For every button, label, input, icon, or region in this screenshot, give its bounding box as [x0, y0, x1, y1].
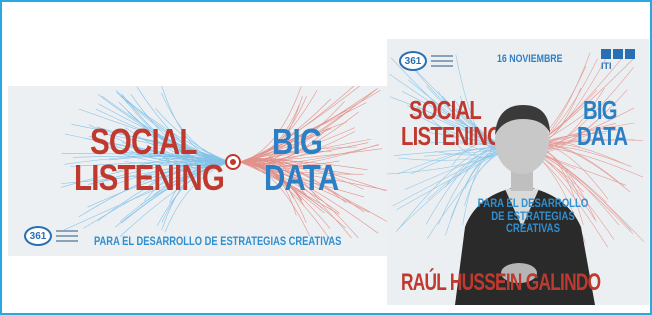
poster-subtitle-line-1: PARA EL DESARROLLO [477, 196, 589, 210]
banner-word-big: BIG [272, 121, 323, 162]
banner-subtitle: PARA EL DESARROLLO DE ESTRATEGIAS CREATI… [94, 234, 342, 248]
logo-tagline-lines [56, 230, 78, 245]
banner-word-data: DATA [264, 157, 339, 198]
target-icon [225, 154, 241, 170]
poster-subtitle-line-2: DE ESTRATEGIAS CREATIVAS [491, 208, 575, 236]
banner-word-listening: LISTENING [74, 157, 225, 198]
poster-logo-361: 361 [399, 51, 427, 71]
event-poster-image: 361 16 NOVIEMBRE ITI SOCIAL LISTENING BI… [387, 39, 649, 305]
banner-word-social: SOCIAL [90, 121, 197, 162]
image-frame: SOCIAL LISTENING BIG DATA 361 PARA EL DE… [0, 0, 652, 315]
logo-361: 361 [24, 226, 52, 246]
event-banner-image: SOCIAL LISTENING BIG DATA 361 PARA EL DE… [8, 86, 392, 256]
iti-logo: ITI [601, 49, 637, 71]
poster-subtitle: PARA EL DESARROLLO DE ESTRATEGIAS CREATI… [469, 197, 597, 235]
poster-logo-tagline-lines [431, 55, 453, 70]
iti-logo-text: ITI [601, 61, 612, 71]
speaker-name: RAÚL HUSSEIN GALINDO [401, 269, 601, 296]
event-date: 16 NOVIEMBRE [497, 53, 563, 65]
